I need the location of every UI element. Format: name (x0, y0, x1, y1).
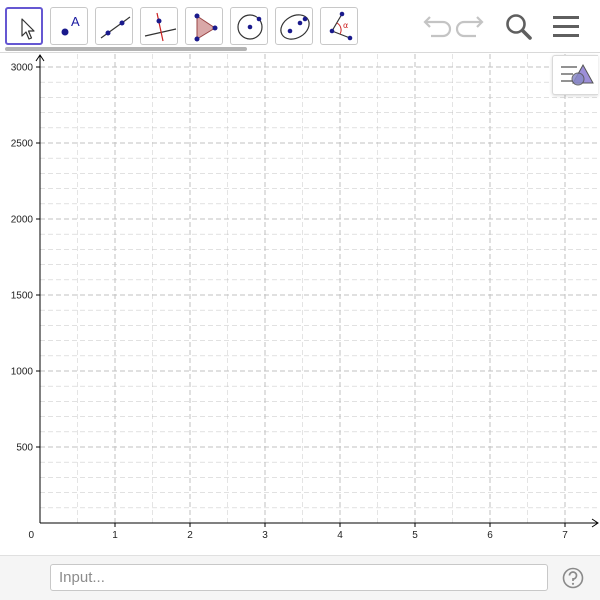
y-tick-label: 1500 (11, 291, 34, 302)
style-bar-toggle[interactable] (552, 55, 598, 95)
line-icon (100, 16, 131, 39)
angle-icon: α (329, 11, 353, 41)
x-tick-label: 7 (562, 530, 568, 541)
y-tick-label: 2500 (11, 139, 34, 150)
x-tick-label: 4 (337, 530, 343, 541)
search-button[interactable] (500, 8, 536, 44)
tool-ellipse[interactable] (275, 7, 313, 45)
undo-icon (423, 16, 452, 38)
tool-angle[interactable]: α (320, 7, 358, 45)
point-tool-letter: A (71, 14, 80, 29)
y-tick-label: 2000 (11, 215, 34, 226)
tool-circle-center-point[interactable] (230, 7, 268, 45)
x-tick-label: 6 (487, 530, 493, 541)
circle-center-point-icon (237, 14, 263, 40)
algebra-input[interactable] (50, 564, 548, 591)
coordinate-grid[interactable]: 1 2 3 4 5 6 7 500 1000 1500 2000 2500 3000 0 (0, 54, 600, 555)
x-tick-label: 2 (187, 530, 193, 541)
menu-button[interactable] (548, 8, 584, 44)
input-bar (0, 555, 600, 600)
tool-polygon[interactable] (185, 7, 223, 45)
perpendicular-line-icon (144, 12, 177, 42)
x-tick-label: 1 (112, 530, 118, 541)
ellipse-icon (280, 14, 310, 40)
style-bar-toggle-icon (561, 63, 594, 86)
y-tick-label: 500 (16, 443, 33, 454)
x-tick-label: 3 (262, 530, 268, 541)
help-button[interactable] (562, 567, 584, 589)
tool-move[interactable] (5, 7, 43, 45)
search-icon (506, 14, 532, 40)
graphics-view[interactable]: 1 2 3 4 5 6 7 500 1000 1500 2000 2500 3000 0 (0, 54, 600, 555)
redo-button[interactable] (454, 8, 490, 44)
help-icon (562, 567, 584, 589)
undo-button[interactable] (417, 8, 453, 44)
x-tick-label: 5 (412, 530, 418, 541)
toolbar: A α (0, 0, 600, 53)
tool-perpendicular-line[interactable] (140, 7, 178, 45)
angle-tool-symbol: α (343, 21, 348, 30)
polygon-icon (194, 13, 218, 42)
move-arrow-icon (21, 18, 35, 40)
menu-icon (553, 16, 579, 37)
y-tick-label: 3000 (11, 63, 34, 74)
origin-label: 0 (28, 530, 34, 541)
tool-line[interactable] (95, 7, 133, 45)
redo-icon (455, 16, 484, 38)
point-icon: A (61, 14, 80, 36)
toolbar-scrollbar[interactable] (5, 47, 247, 51)
y-tick-label: 1000 (11, 367, 34, 378)
tool-point[interactable]: A (50, 7, 88, 45)
